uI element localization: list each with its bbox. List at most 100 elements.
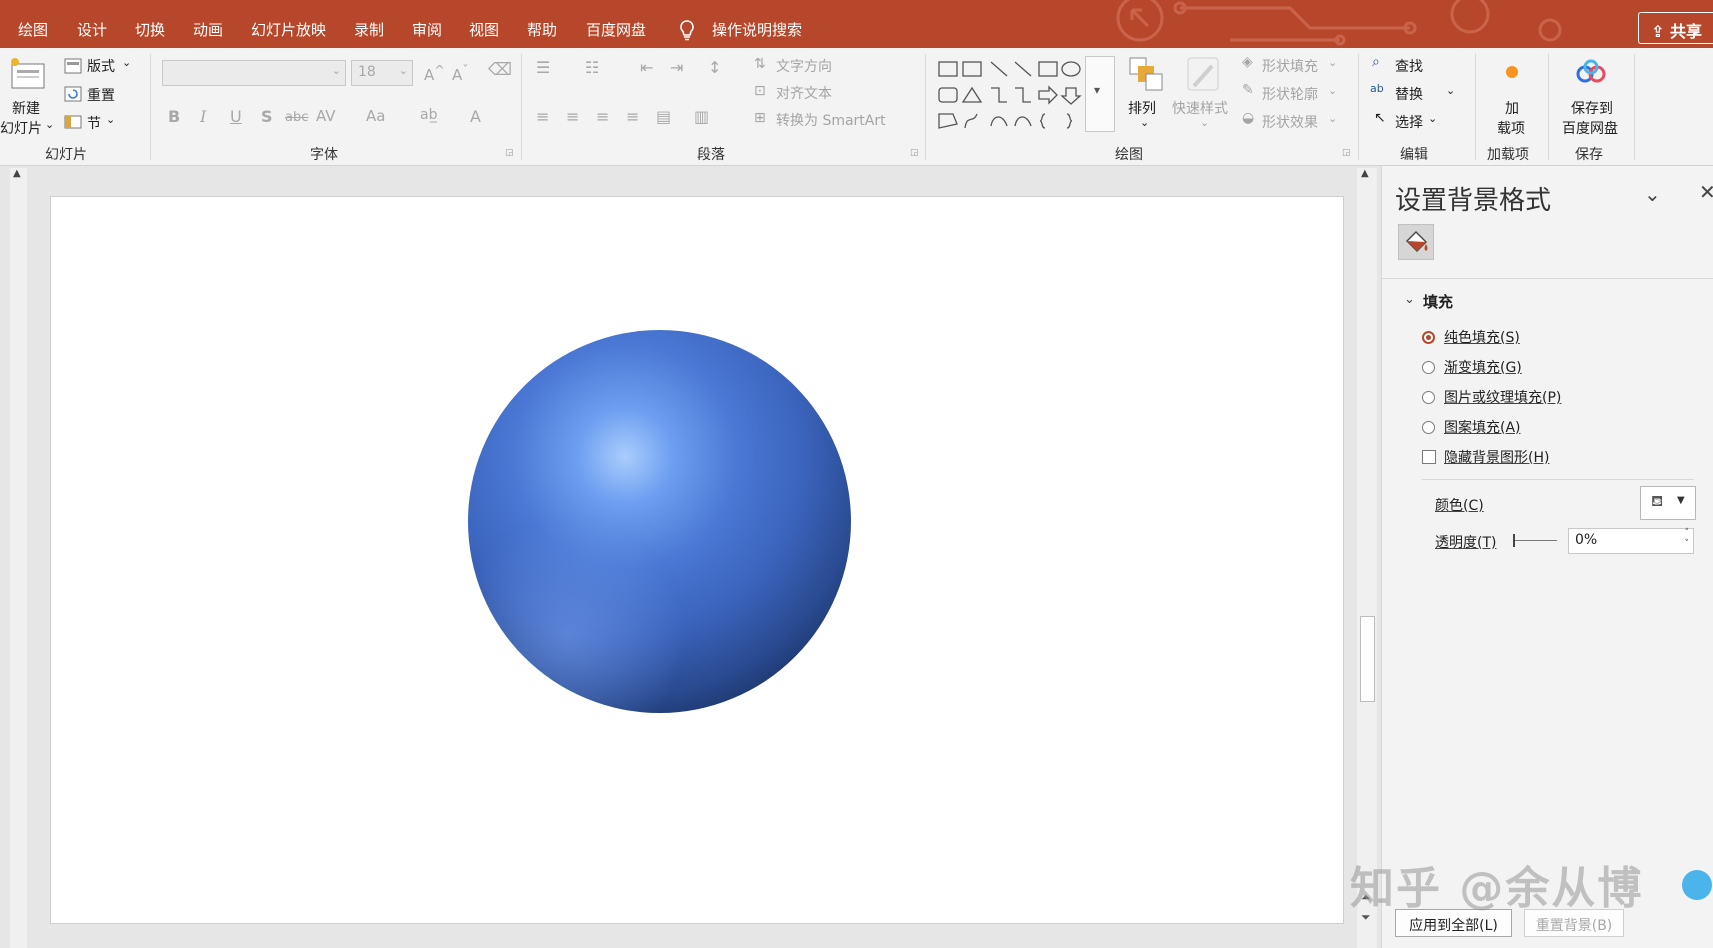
- font-color-button[interactable]: A: [470, 107, 481, 126]
- shadow-button[interactable]: S: [261, 107, 273, 126]
- chevron-down-icon[interactable]: ⌄: [1328, 56, 1337, 69]
- convert-smartart-button[interactable]: 转换为 SmartArt: [776, 110, 886, 130]
- chevron-down-icon[interactable]: ⌄: [106, 113, 115, 126]
- left-thumbnail-scrollbar[interactable]: ▲: [10, 168, 27, 948]
- italic-button[interactable]: I: [200, 107, 206, 126]
- addins-label-2[interactable]: 载项: [1497, 118, 1525, 138]
- bold-button[interactable]: B: [168, 107, 180, 126]
- quick-styles-button[interactable]: 快速样式: [1172, 98, 1228, 118]
- dialog-launcher-icon[interactable]: ◲: [1342, 148, 1351, 158]
- dialog-launcher-icon[interactable]: ◲: [910, 148, 919, 158]
- chevron-down-icon[interactable]: ⌄: [45, 118, 54, 131]
- font-size-combo[interactable]: 18 ⌄: [351, 60, 413, 86]
- pattern-fill-radio[interactable]: [1422, 421, 1435, 434]
- tab-animations[interactable]: 动画: [193, 19, 223, 40]
- chevron-down-icon[interactable]: ⌄: [1328, 84, 1337, 97]
- tab-review[interactable]: 审阅: [412, 19, 442, 40]
- picture-fill-label[interactable]: 图片或纹理填充(P): [1444, 387, 1561, 407]
- shapes-gallery-icon[interactable]: [937, 58, 1087, 130]
- align-right-icon[interactable]: ≡: [596, 107, 609, 126]
- chat-bubble-icon[interactable]: [1682, 870, 1712, 900]
- search-box[interactable]: 操作说明搜索: [712, 19, 802, 40]
- shrink-font-icon[interactable]: Aˇ: [452, 62, 469, 84]
- hide-graphics-checkbox[interactable]: [1422, 450, 1436, 464]
- underline-button[interactable]: U: [230, 107, 242, 126]
- hide-graphics-label[interactable]: 隐藏背景图形(H): [1444, 447, 1549, 467]
- close-icon[interactable]: ✕: [1699, 180, 1713, 204]
- shape-fill-button[interactable]: 形状填充: [1262, 56, 1318, 76]
- chevron-down-icon[interactable]: ⌄: [1200, 116, 1209, 129]
- chevron-down-icon[interactable]: ⌄: [1328, 112, 1337, 125]
- shape-outline-button[interactable]: 形状轮廓: [1262, 84, 1318, 104]
- char-spacing-button[interactable]: AV: [316, 107, 336, 125]
- reset-button[interactable]: 重置: [87, 85, 115, 105]
- clear-format-icon[interactable]: ⌫: [488, 60, 512, 80]
- solid-fill-radio[interactable]: [1422, 331, 1435, 344]
- save-baidu-label-1[interactable]: 保存到: [1571, 98, 1613, 118]
- distributed-icon[interactable]: ▤: [656, 107, 671, 126]
- color-picker-button[interactable]: ⛾ ▼: [1640, 486, 1696, 520]
- picture-fill-radio[interactable]: [1422, 391, 1435, 404]
- gallery-expand-button[interactable]: ▾: [1085, 56, 1115, 132]
- chevron-down-icon[interactable]: ⌄: [1446, 84, 1455, 97]
- align-center-icon[interactable]: ≡: [566, 107, 579, 126]
- dialog-launcher-icon[interactable]: ◲: [505, 148, 514, 158]
- numbering-icon[interactable]: ☷: [585, 58, 599, 77]
- tab-design[interactable]: 设计: [77, 19, 107, 40]
- pane-options-icon[interactable]: ⌄: [1644, 182, 1661, 206]
- tab-view[interactable]: 视图: [469, 19, 499, 40]
- bullets-icon[interactable]: ☰: [536, 58, 550, 77]
- transparency-slider-thumb[interactable]: [1513, 534, 1515, 547]
- transparency-input[interactable]: 0% ˄ ˅: [1568, 528, 1694, 554]
- grow-font-icon[interactable]: A^: [424, 62, 445, 84]
- new-slide-label-1[interactable]: 新建: [12, 98, 40, 118]
- align-text-button[interactable]: 对齐文本: [776, 83, 832, 103]
- arrange-button[interactable]: 排列: [1128, 98, 1156, 118]
- chevron-down-icon[interactable]: ⌄: [332, 64, 341, 77]
- shape-effects-button[interactable]: 形状效果: [1262, 112, 1318, 132]
- scroll-up-icon[interactable]: ▲: [1361, 168, 1369, 179]
- strikethrough-button[interactable]: abc: [285, 110, 308, 125]
- slide-vertical-scrollbar[interactable]: ▲ ⏶ ⏷: [1357, 168, 1377, 948]
- text-direction-button[interactable]: 文字方向: [776, 56, 832, 76]
- tab-record[interactable]: 录制: [354, 19, 384, 40]
- chevron-down-icon[interactable]: ⌄: [122, 56, 131, 69]
- section-button[interactable]: 节: [87, 113, 101, 133]
- gradient-fill-label[interactable]: 渐变填充(G): [1444, 357, 1522, 377]
- chevron-down-icon[interactable]: ⌄: [1140, 116, 1149, 129]
- layout-button[interactable]: 版式: [87, 56, 115, 76]
- highlight-icon[interactable]: ab̲: [420, 107, 437, 123]
- share-button[interactable]: ⇪ 共享: [1638, 12, 1713, 44]
- tab-slideshow[interactable]: 幻灯片放映: [251, 19, 326, 40]
- addins-label-1[interactable]: 加: [1505, 98, 1519, 118]
- scroll-thumb[interactable]: [1360, 616, 1375, 702]
- gradient-fill-radio[interactable]: [1422, 361, 1435, 374]
- transparency-slider-track[interactable]: [1513, 540, 1557, 541]
- change-case-button[interactable]: Aa: [366, 107, 385, 125]
- spinner-icon[interactable]: ˄ ˅: [1685, 528, 1690, 550]
- chevron-down-icon[interactable]: ⌄: [1428, 112, 1437, 125]
- fill-tab[interactable]: [1398, 224, 1434, 260]
- columns-icon[interactable]: ▥: [694, 107, 709, 126]
- collapse-chevron-icon[interactable]: ⌄: [1404, 292, 1415, 307]
- new-slide-icon[interactable]: [8, 56, 48, 92]
- fill-section-header[interactable]: 填充: [1423, 291, 1453, 312]
- align-left-icon[interactable]: ≡: [536, 107, 549, 126]
- decrease-indent-icon[interactable]: ⇤: [640, 58, 653, 77]
- tab-transitions[interactable]: 切换: [135, 19, 165, 40]
- font-name-combo[interactable]: ⌄: [162, 60, 346, 86]
- new-slide-label-2[interactable]: 幻灯片: [0, 118, 42, 138]
- solid-fill-label[interactable]: 纯色填充(S): [1444, 327, 1520, 347]
- select-button[interactable]: 选择: [1395, 112, 1423, 132]
- pattern-fill-label[interactable]: 图案填充(A): [1444, 417, 1521, 437]
- tab-help[interactable]: 帮助: [527, 19, 557, 40]
- save-baidu-label-2[interactable]: 百度网盘: [1562, 118, 1618, 138]
- replace-button[interactable]: 替换: [1395, 84, 1423, 104]
- scroll-up-icon[interactable]: ▲: [13, 168, 21, 179]
- chevron-down-icon[interactable]: ⌄: [399, 64, 408, 77]
- tab-draw[interactable]: 绘图: [18, 19, 48, 40]
- increase-indent-icon[interactable]: ⇥: [670, 58, 683, 77]
- find-button[interactable]: 查找: [1395, 56, 1423, 76]
- tab-baidu[interactable]: 百度网盘: [586, 19, 646, 40]
- justify-icon[interactable]: ≡: [626, 107, 639, 126]
